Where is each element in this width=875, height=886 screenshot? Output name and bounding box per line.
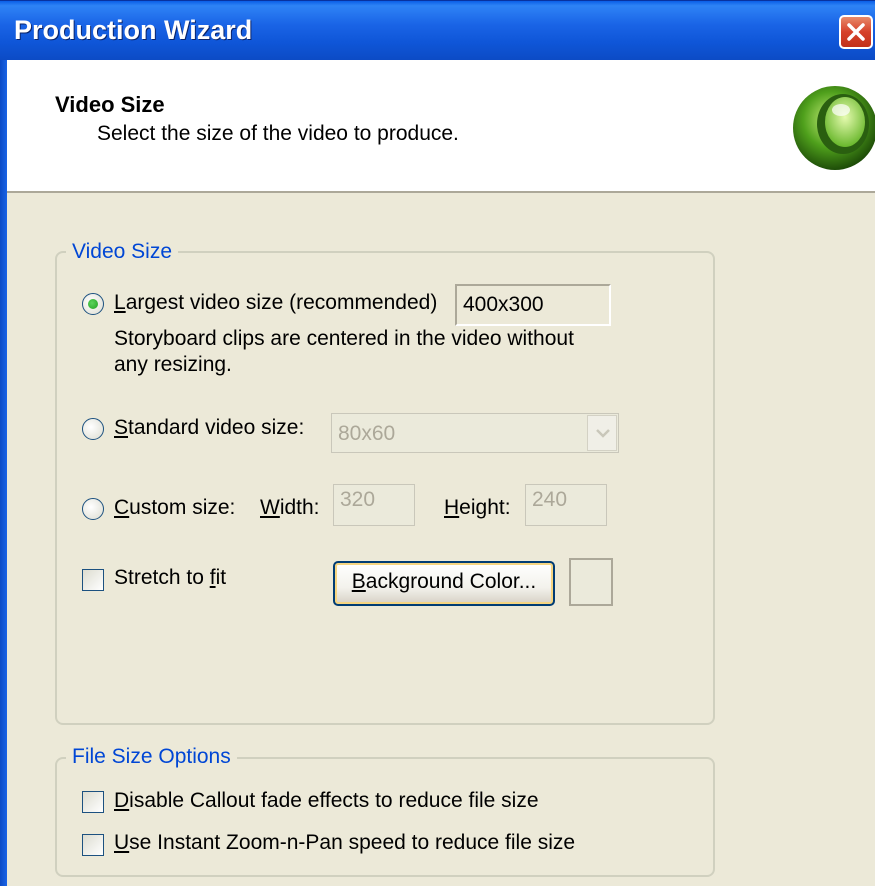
- stretch-to-fit-checkbox[interactable]: [82, 569, 104, 591]
- custom-size-radio[interactable]: [82, 498, 104, 520]
- chevron-down-icon: [596, 429, 610, 438]
- disable-fade-label: Disable Callout fade effects to reduce f…: [114, 789, 539, 812]
- page-title: Video Size: [55, 92, 165, 117]
- height-label: Height:: [444, 496, 511, 519]
- standard-size-value: 80x60: [338, 422, 396, 445]
- radio-selected-dot: [88, 299, 98, 309]
- disable-fade-checkbox[interactable]: [82, 791, 104, 813]
- title-bar: Production Wizard: [0, 0, 875, 60]
- wizard-header: Video Size Select the size of the video …: [7, 60, 875, 193]
- instant-zoom-checkbox[interactable]: [82, 834, 104, 856]
- stretch-to-fit-label: Stretch to fit: [114, 566, 227, 589]
- width-input[interactable]: 320: [333, 484, 415, 526]
- largest-size-value: 400x300: [455, 284, 611, 326]
- instant-zoom-label: Use Instant Zoom-n-Pan speed to reduce f…: [114, 831, 576, 854]
- background-color-button[interactable]: Background Color...: [333, 561, 555, 606]
- height-input[interactable]: 240: [525, 484, 607, 526]
- standard-size-radio[interactable]: [82, 418, 104, 440]
- largest-size-description-line1: Storyboard clips are centered in the vid…: [114, 327, 574, 350]
- largest-size-radio[interactable]: [82, 293, 104, 315]
- standard-size-select[interactable]: 80x60: [331, 413, 619, 453]
- close-button[interactable]: [839, 15, 873, 49]
- largest-size-label: Largest video size (recommended): [114, 291, 438, 314]
- width-label: Width:: [260, 496, 320, 519]
- standard-size-dropdown-button[interactable]: [587, 415, 617, 451]
- camtasia-logo-icon: [793, 86, 875, 170]
- window-frame-left: [0, 60, 7, 886]
- custom-size-label: Custom size:: [114, 496, 236, 519]
- window-title: Production Wizard: [14, 15, 253, 45]
- file-size-options-group: [55, 757, 715, 877]
- background-color-swatch[interactable]: [569, 558, 613, 606]
- video-size-legend: Video Size: [66, 240, 179, 264]
- close-icon: [847, 23, 865, 41]
- page-subtitle: Select the size of the video to produce.: [97, 122, 459, 145]
- standard-size-label: Standard video size:: [114, 416, 305, 439]
- largest-size-description-line2: any resizing.: [114, 353, 232, 376]
- file-size-options-legend: File Size Options: [66, 745, 237, 769]
